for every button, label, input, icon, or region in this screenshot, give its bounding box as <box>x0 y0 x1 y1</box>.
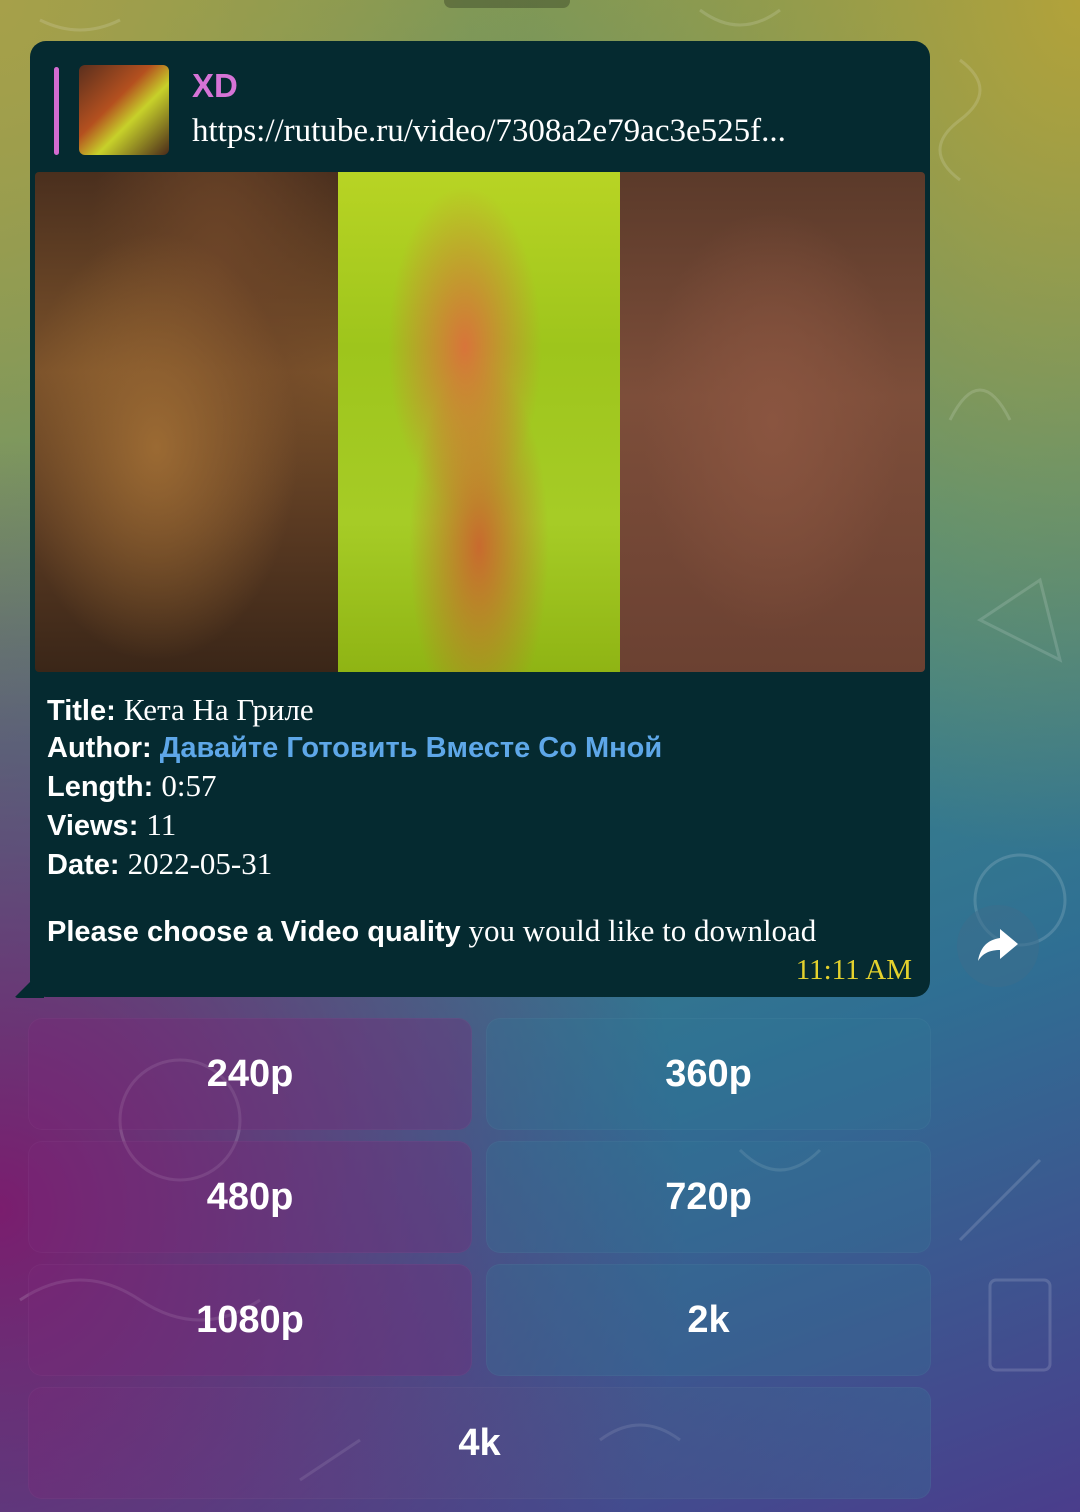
quality-button-240p[interactable]: 240p <box>28 1018 472 1130</box>
share-forward-icon <box>978 929 1018 961</box>
views-label: Views: <box>47 810 139 842</box>
video-info: Title: Кета На Гриле Author: Давайте Гот… <box>47 691 917 884</box>
title-value: Кета На Гриле <box>123 692 314 727</box>
title-row: Title: Кета На Гриле <box>47 691 917 730</box>
date-label: Date: <box>47 849 120 881</box>
message-bubble[interactable]: XD https://rutube.ru/video/7308a2e79ac3e… <box>30 41 930 997</box>
length-row: Length: 0:57 <box>47 767 917 806</box>
title-label: Title: <box>47 695 116 727</box>
quality-button-480p[interactable]: 480p <box>28 1141 472 1253</box>
author-label: Author: <box>47 732 152 764</box>
quality-button-2k[interactable]: 2k <box>486 1264 931 1376</box>
message-timestamp: 11:11 AM <box>795 954 912 986</box>
reply-thumbnail <box>79 65 169 155</box>
reply-accent-bar <box>54 67 59 155</box>
quality-prompt-rest: you would like to download <box>460 913 817 948</box>
author-row: Author: Давайте Готовить Вместе Со Мной <box>47 730 917 767</box>
author-link[interactable]: Давайте Готовить Вместе Со Мной <box>160 732 662 764</box>
quality-button-720p[interactable]: 720p <box>486 1141 931 1253</box>
video-thumbnail-panel-center <box>338 172 620 672</box>
reply-link-text[interactable]: https://rutube.ru/video/7308a2e79ac3e525… <box>192 113 912 150</box>
length-value: 0:57 <box>161 768 217 803</box>
link-preview-header[interactable]: XD https://rutube.ru/video/7308a2e79ac3e… <box>54 65 914 157</box>
video-thumbnail[interactable] <box>35 172 925 672</box>
date-value: 2022-05-31 <box>127 846 273 881</box>
views-value: 11 <box>146 807 177 842</box>
quality-prompt: Please choose a Video quality you would … <box>47 913 816 949</box>
views-row: Views: 11 <box>47 806 917 845</box>
quality-button-1080p[interactable]: 1080p <box>28 1264 472 1376</box>
quality-button-4k[interactable]: 4k <box>28 1387 931 1499</box>
length-label: Length: <box>47 771 154 803</box>
video-thumbnail-panel-right <box>620 172 925 672</box>
top-drag-handle <box>444 0 570 8</box>
quality-button-360p[interactable]: 360p <box>486 1018 931 1130</box>
share-button[interactable] <box>957 905 1039 987</box>
quality-prompt-bold: Please choose a Video quality <box>47 916 461 948</box>
date-row: Date: 2022-05-31 <box>47 845 917 884</box>
video-thumbnail-panel-left <box>35 172 338 672</box>
reply-sender-name: XD <box>192 67 238 104</box>
